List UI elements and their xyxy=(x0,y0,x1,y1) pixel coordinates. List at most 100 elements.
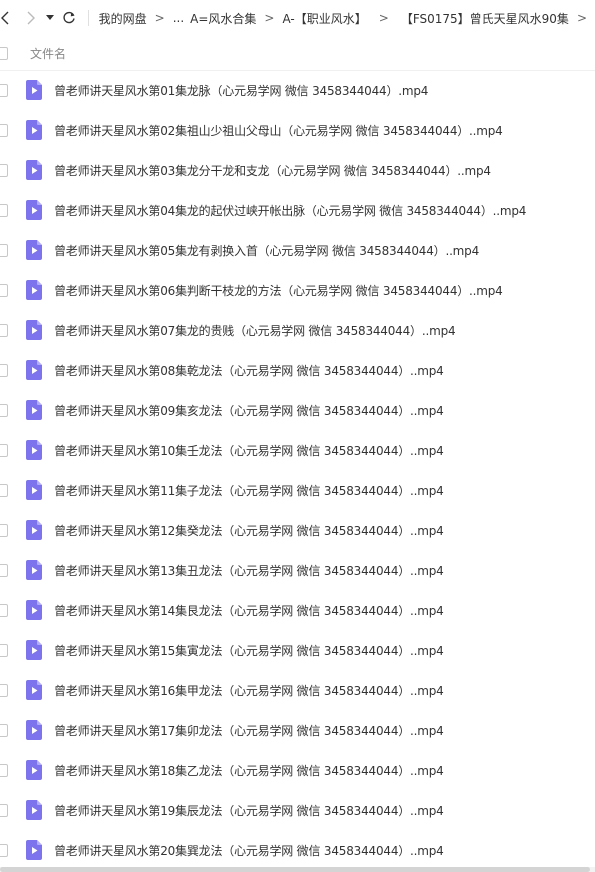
file-row[interactable]: 曾老师讲天星风水第06集判断干枝龙的方法（心元易学网 微信 3458344044… xyxy=(0,270,595,310)
row-checkbox[interactable] xyxy=(0,483,8,497)
row-checkbox[interactable] xyxy=(0,243,8,257)
file-name[interactable]: 曾老师讲天星风水第10集壬龙法（心元易学网 微信 3458344044）..mp… xyxy=(54,442,444,459)
file-row[interactable]: 曾老师讲天星风水第14集艮龙法（心元易学网 微信 3458344044）..mp… xyxy=(0,590,595,630)
caret-down-icon[interactable] xyxy=(46,15,54,21)
file-row[interactable]: 曾老师讲天星风水第09集亥龙法（心元易学网 微信 3458344044）..mp… xyxy=(0,390,595,430)
row-checkbox[interactable] xyxy=(0,443,8,457)
video-file-icon xyxy=(26,600,42,620)
chevron-left-icon[interactable] xyxy=(0,11,10,25)
file-name[interactable]: 曾老师讲天星风水第17集卯龙法（心元易学网 微信 3458344044）..mp… xyxy=(54,722,444,739)
video-file-icon xyxy=(26,680,42,700)
video-file-icon xyxy=(26,400,42,420)
video-file-icon xyxy=(26,280,42,300)
file-name[interactable]: 曾老师讲天星风水第04集龙的起伏过峡开帐出脉（心元易学网 微信 34583440… xyxy=(54,202,526,219)
file-row[interactable]: 曾老师讲天星风水第03集龙分干龙和支龙（心元易学网 微信 3458344044）… xyxy=(0,150,595,190)
toolbar: 我的网盘 > ... A=风水合集 > A-【职业风水】 > 【FS0175】曾… xyxy=(0,0,595,36)
file-row[interactable]: 曾老师讲天星风水第04集龙的起伏过峡开帐出脉（心元易学网 微信 34583440… xyxy=(0,190,595,230)
file-name[interactable]: 曾老师讲天星风水第07集龙的贵贱（心元易学网 微信 3458344044）..m… xyxy=(54,322,456,339)
video-file-icon xyxy=(26,840,42,860)
file-row[interactable]: 曾老师讲天星风水第17集卯龙法（心元易学网 微信 3458344044）..mp… xyxy=(0,710,595,750)
video-file-icon xyxy=(26,320,42,340)
file-name[interactable]: 曾老师讲天星风水第09集亥龙法（心元易学网 微信 3458344044）..mp… xyxy=(54,402,444,419)
row-checkbox[interactable] xyxy=(0,123,8,137)
file-name[interactable]: 曾老师讲天星风水第13集丑龙法（心元易学网 微信 3458344044）..mp… xyxy=(54,562,444,579)
row-checkbox[interactable] xyxy=(0,523,8,537)
breadcrumb-separator: > xyxy=(378,11,389,25)
file-row[interactable]: 曾老师讲天星风水第18集乙龙法（心元易学网 微信 3458344044）..mp… xyxy=(0,750,595,790)
row-checkbox[interactable] xyxy=(0,843,8,857)
video-file-icon xyxy=(26,120,42,140)
breadcrumb-current[interactable]: 【FS0175】曾氏天星风水90集 xyxy=(401,10,569,27)
video-file-icon xyxy=(26,520,42,540)
file-row[interactable]: 曾老师讲天星风水第15集寅龙法（心元易学网 微信 3458344044）..mp… xyxy=(0,630,595,670)
file-row[interactable]: 曾老师讲天星风水第01集龙脉（心元易学网 微信 3458344044）.mp4 xyxy=(0,70,595,110)
row-checkbox[interactable] xyxy=(0,83,8,97)
row-checkbox[interactable] xyxy=(0,203,8,217)
horizontal-scrollbar[interactable] xyxy=(0,867,595,872)
row-checkbox[interactable] xyxy=(0,323,8,337)
file-row[interactable]: 曾老师讲天星风水第10集壬龙法（心元易学网 微信 3458344044）..mp… xyxy=(0,430,595,470)
file-row[interactable]: 曾老师讲天星风水第11集子龙法（心元易学网 微信 3458344044）..mp… xyxy=(0,470,595,510)
video-file-icon xyxy=(26,800,42,820)
breadcrumb-separator: > xyxy=(576,11,587,25)
scrollbar-thumb[interactable] xyxy=(0,867,590,872)
video-file-icon xyxy=(26,240,42,260)
row-checkbox[interactable] xyxy=(0,643,8,657)
file-row[interactable]: 曾老师讲天星风水第12集癸龙法（心元易学网 微信 3458344044）..mp… xyxy=(0,510,595,550)
video-file-icon xyxy=(26,200,42,220)
file-name[interactable]: 曾老师讲天星风水第01集龙脉（心元易学网 微信 3458344044）.mp4 xyxy=(54,82,428,99)
video-file-icon xyxy=(26,560,42,580)
file-name[interactable]: 曾老师讲天星风水第15集寅龙法（心元易学网 微信 3458344044）..mp… xyxy=(54,642,444,659)
video-file-icon xyxy=(26,720,42,740)
row-checkbox[interactable] xyxy=(0,603,8,617)
file-row[interactable]: 曾老师讲天星风水第02集祖山少祖山父母山（心元易学网 微信 3458344044… xyxy=(0,110,595,150)
file-row[interactable]: 曾老师讲天星风水第20集巽龙法（心元易学网 微信 3458344044）..mp… xyxy=(0,830,595,870)
file-name[interactable]: 曾老师讲天星风水第11集子龙法（心元易学网 微信 3458344044）..mp… xyxy=(54,482,444,499)
breadcrumb-level2[interactable]: A-【职业风水】 xyxy=(282,10,366,27)
breadcrumb-separator: > xyxy=(264,11,275,25)
file-row[interactable]: 曾老师讲天星风水第13集丑龙法（心元易学网 微信 3458344044）..mp… xyxy=(0,550,595,590)
file-row[interactable]: 曾老师讲天星风水第08集乾龙法（心元易学网 微信 3458344044）..mp… xyxy=(0,350,595,390)
row-checkbox[interactable] xyxy=(0,803,8,817)
file-name[interactable]: 曾老师讲天星风水第20集巽龙法（心元易学网 微信 3458344044）..mp… xyxy=(54,842,444,859)
file-list: 曾老师讲天星风水第01集龙脉（心元易学网 微信 3458344044）.mp4 曾… xyxy=(0,70,595,870)
row-checkbox[interactable] xyxy=(0,563,8,577)
file-name[interactable]: 曾老师讲天星风水第16集甲龙法（心元易学网 微信 3458344044）..mp… xyxy=(54,682,444,699)
file-row[interactable]: 曾老师讲天星风水第07集龙的贵贱（心元易学网 微信 3458344044）..m… xyxy=(0,310,595,350)
file-row[interactable]: 曾老师讲天星风水第16集甲龙法（心元易学网 微信 3458344044）..mp… xyxy=(0,670,595,710)
file-name[interactable]: 曾老师讲天星风水第18集乙龙法（心元易学网 微信 3458344044）..mp… xyxy=(54,762,444,779)
row-checkbox[interactable] xyxy=(0,403,8,417)
toolbar-divider xyxy=(88,10,89,26)
file-name[interactable]: 曾老师讲天星风水第06集判断干枝龙的方法（心元易学网 微信 3458344044… xyxy=(54,282,503,299)
refresh-icon[interactable] xyxy=(62,11,76,25)
video-file-icon xyxy=(26,160,42,180)
row-checkbox[interactable] xyxy=(0,763,8,777)
video-file-icon xyxy=(26,480,42,500)
file-name[interactable]: 曾老师讲天星风水第02集祖山少祖山父母山（心元易学网 微信 3458344044… xyxy=(54,122,503,139)
file-name[interactable]: 曾老师讲天星风水第14集艮龙法（心元易学网 微信 3458344044）..mp… xyxy=(54,602,444,619)
breadcrumb-ellipsis[interactable]: ... xyxy=(173,11,184,25)
name-column-header[interactable]: 文件名 xyxy=(30,45,66,62)
breadcrumb-level1[interactable]: A=风水合集 xyxy=(190,10,256,27)
file-row[interactable]: 曾老师讲天星风水第05集龙有剥换入首（心元易学网 微信 3458344044）.… xyxy=(0,230,595,270)
file-name[interactable]: 曾老师讲天星风水第03集龙分干龙和支龙（心元易学网 微信 3458344044）… xyxy=(54,162,491,179)
row-checkbox[interactable] xyxy=(0,363,8,377)
file-name[interactable]: 曾老师讲天星风水第05集龙有剥换入首（心元易学网 微信 3458344044）.… xyxy=(54,242,479,259)
video-file-icon xyxy=(26,640,42,660)
row-checkbox[interactable] xyxy=(0,683,8,697)
row-checkbox[interactable] xyxy=(0,163,8,177)
file-name[interactable]: 曾老师讲天星风水第08集乾龙法（心元易学网 微信 3458344044）..mp… xyxy=(54,362,444,379)
video-file-icon xyxy=(26,80,42,100)
select-all-checkbox[interactable] xyxy=(0,46,8,60)
video-file-icon xyxy=(26,760,42,780)
file-row[interactable]: 曾老师讲天星风水第19集辰龙法（心元易学网 微信 3458344044）..mp… xyxy=(0,790,595,830)
row-checkbox[interactable] xyxy=(0,723,8,737)
breadcrumb-separator: > xyxy=(154,11,165,25)
file-name[interactable]: 曾老师讲天星风水第19集辰龙法（心元易学网 微信 3458344044）..mp… xyxy=(54,802,444,819)
breadcrumb-root[interactable]: 我的网盘 xyxy=(99,10,147,27)
row-checkbox[interactable] xyxy=(0,283,8,297)
file-name[interactable]: 曾老师讲天星风水第12集癸龙法（心元易学网 微信 3458344044）..mp… xyxy=(54,522,444,539)
list-header: 文件名 xyxy=(0,36,595,71)
chevron-right-icon[interactable] xyxy=(26,11,36,25)
breadcrumb: 我的网盘 > ... A=风水合集 > A-【职业风水】 > 【FS0175】曾… xyxy=(99,10,595,27)
